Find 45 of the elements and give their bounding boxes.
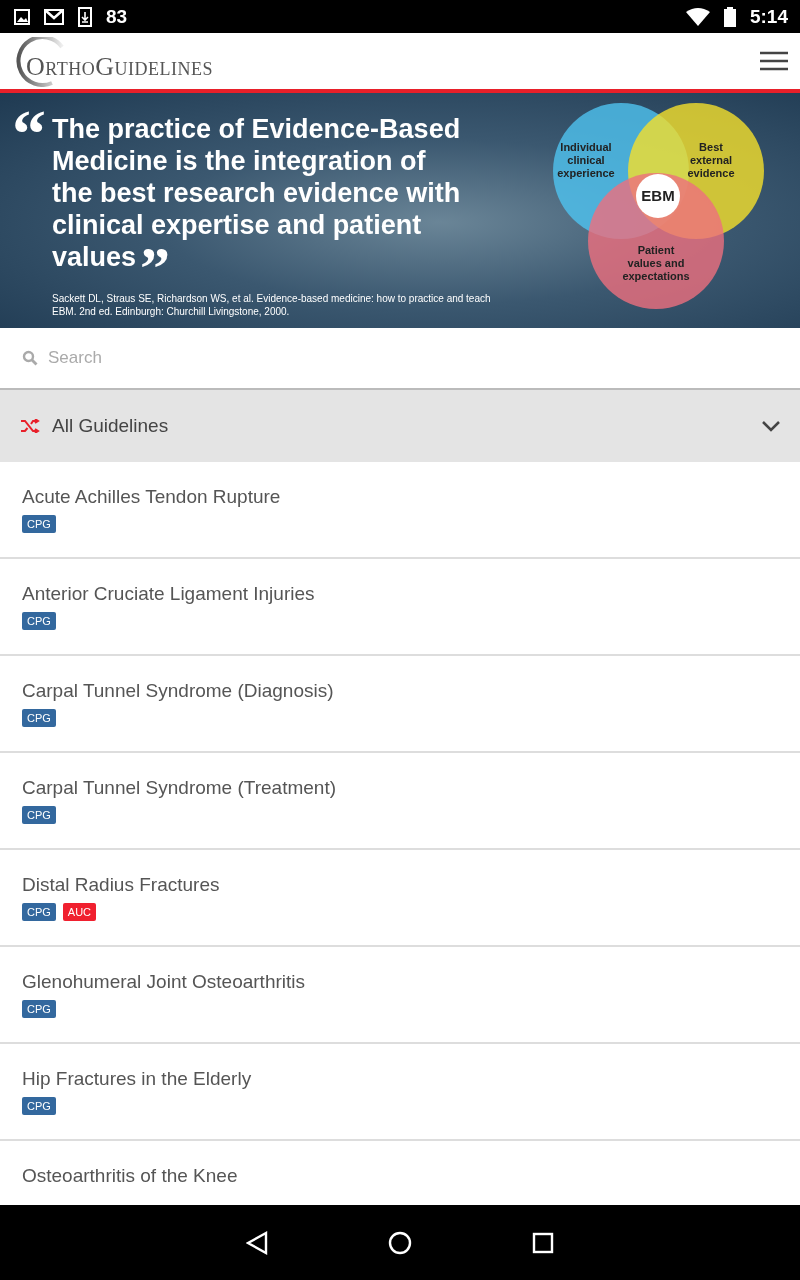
download-icon bbox=[78, 6, 92, 27]
guideline-title: Glenohumeral Joint Osteoarthritis bbox=[22, 971, 306, 993]
guideline-item[interactable]: Acute Achilles Tendon Rupture CPG bbox=[0, 462, 800, 559]
notification-count: 83 bbox=[106, 5, 128, 28]
guideline-tag: CPG bbox=[22, 709, 56, 727]
home-icon[interactable] bbox=[388, 1230, 412, 1255]
venn-label: Best external evidence bbox=[687, 140, 735, 179]
recents-icon[interactable] bbox=[532, 1231, 554, 1254]
guideline-title: Osteoarthritis of the Knee bbox=[22, 1165, 239, 1187]
guideline-title: Anterior Cruciate Ligament Injuries bbox=[22, 583, 316, 605]
venn-label: Individual clinical experience bbox=[557, 140, 615, 179]
venn-label: Patient values and expectations bbox=[622, 243, 690, 282]
guideline-item[interactable]: Carpal Tunnel Syndrome (Diagnosis) CPG bbox=[0, 656, 800, 753]
menu-icon[interactable] bbox=[760, 51, 788, 71]
guideline-filter-dropdown[interactable]: All Guidelines bbox=[0, 390, 800, 462]
clock: 5:14 bbox=[749, 5, 788, 28]
guideline-tag: CPG bbox=[22, 903, 56, 921]
image-icon bbox=[14, 8, 30, 25]
shuffle-icon bbox=[20, 419, 40, 433]
logo[interactable]: OrthoGuidelines bbox=[12, 36, 213, 86]
battery-icon bbox=[723, 6, 736, 27]
venn-center-label: EBM bbox=[641, 186, 675, 204]
wifi-icon bbox=[685, 7, 710, 26]
guideline-item[interactable]: Anterior Cruciate Ligament Injuries CPG bbox=[0, 559, 800, 656]
guideline-title: Carpal Tunnel Syndrome (Diagnosis) bbox=[22, 680, 335, 702]
guideline-item[interactable]: Distal Radius Fractures CPG AUC bbox=[0, 850, 800, 947]
guideline-item[interactable]: Hip Fractures in the Elderly CPG bbox=[0, 1044, 800, 1141]
guideline-title: Hip Fractures in the Elderly bbox=[22, 1068, 253, 1090]
guideline-tag: AUC bbox=[62, 903, 97, 921]
back-icon[interactable] bbox=[246, 1230, 268, 1255]
guideline-tag: CPG bbox=[22, 1097, 56, 1115]
guideline-title: Distal Radius Fractures bbox=[22, 874, 221, 896]
citation: Sackett DL, Straus SE, Richardson WS, et al. Evidence-based medicine: how to practice and teach EBM. 2nd ed. Edinburgh: Churchill Livingstone, 2000. bbox=[52, 292, 492, 318]
guideline-tag: CPG bbox=[22, 1000, 56, 1018]
chevron-icon bbox=[762, 420, 780, 432]
guideline-tag: CPG bbox=[22, 515, 56, 533]
open-quote-mark: “ bbox=[12, 109, 47, 159]
guideline-tag: CPG bbox=[22, 806, 56, 824]
guideline-title: Carpal Tunnel Syndrome (Treatment) bbox=[22, 777, 337, 799]
guideline-item[interactable]: Carpal Tunnel Syndrome (Treatment) CPG bbox=[0, 753, 800, 850]
guideline-item[interactable]: Glenohumeral Joint Osteoarthritis CPG bbox=[0, 947, 800, 1044]
guideline-tag: CPG bbox=[22, 612, 56, 630]
guideline-title: Acute Achilles Tendon Rupture bbox=[22, 486, 282, 508]
mail-icon bbox=[44, 8, 64, 25]
search-icon bbox=[22, 350, 38, 366]
